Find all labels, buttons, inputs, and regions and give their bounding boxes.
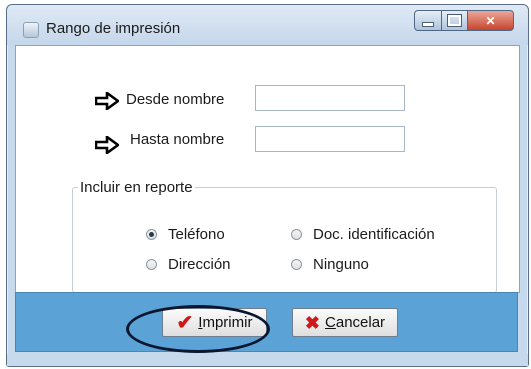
print-range-window: Rango de impresión ✕ Desde nombre Hasta … <box>6 4 529 367</box>
minimize-icon <box>422 22 434 27</box>
radio-button[interactable] <box>291 229 302 240</box>
button-bar: ✔ Imprimir ✖ Cancelar <box>15 292 518 352</box>
close-button[interactable]: ✕ <box>468 10 514 31</box>
cancel-button-label: Cancelar <box>325 314 386 331</box>
print-button[interactable]: ✔ Imprimir <box>162 308 267 337</box>
to-name-label: Hasta nombre <box>130 131 225 148</box>
to-name-input[interactable] <box>255 126 405 152</box>
radio-button[interactable] <box>146 259 157 270</box>
window-bottom-border <box>7 354 528 366</box>
radio-label: Dirección <box>168 256 231 273</box>
radio-label: Ninguno <box>313 256 369 273</box>
radio-label: Doc. identificación <box>313 226 435 243</box>
radio-direccion[interactable]: Dirección <box>146 256 231 273</box>
from-name-input[interactable] <box>255 85 405 111</box>
maximize-icon <box>447 14 462 27</box>
radio-label: Teléfono <box>168 226 225 243</box>
cancel-button[interactable]: ✖ Cancelar <box>292 308 398 337</box>
radio-button[interactable] <box>291 259 302 270</box>
radio-doc-identificacion[interactable]: Doc. identificación <box>291 226 435 243</box>
maximize-button[interactable] <box>442 10 468 31</box>
window-title: Rango de impresión <box>46 20 181 37</box>
app-icon <box>23 22 39 38</box>
x-icon: ✖ <box>304 312 321 333</box>
title-bar[interactable]: Rango de impresión ✕ <box>7 5 528 45</box>
radio-ninguno[interactable]: Ninguno <box>291 256 369 273</box>
from-name-label: Desde nombre <box>126 91 225 108</box>
group-legend: Incluir en reporte <box>78 179 195 196</box>
print-button-label: Imprimir <box>198 314 253 331</box>
right-arrow-icon <box>95 136 119 154</box>
close-icon: ✕ <box>485 13 496 28</box>
window-controls: ✕ <box>414 10 514 31</box>
right-arrow-icon <box>95 92 119 110</box>
radio-telefono[interactable]: Teléfono <box>146 226 225 243</box>
checkmark-icon: ✔ <box>176 311 194 334</box>
dialog-body: Desde nombre Hasta nombre Incluir en rep… <box>15 45 520 293</box>
radio-button-checked[interactable] <box>146 229 157 240</box>
minimize-button[interactable] <box>414 10 442 31</box>
